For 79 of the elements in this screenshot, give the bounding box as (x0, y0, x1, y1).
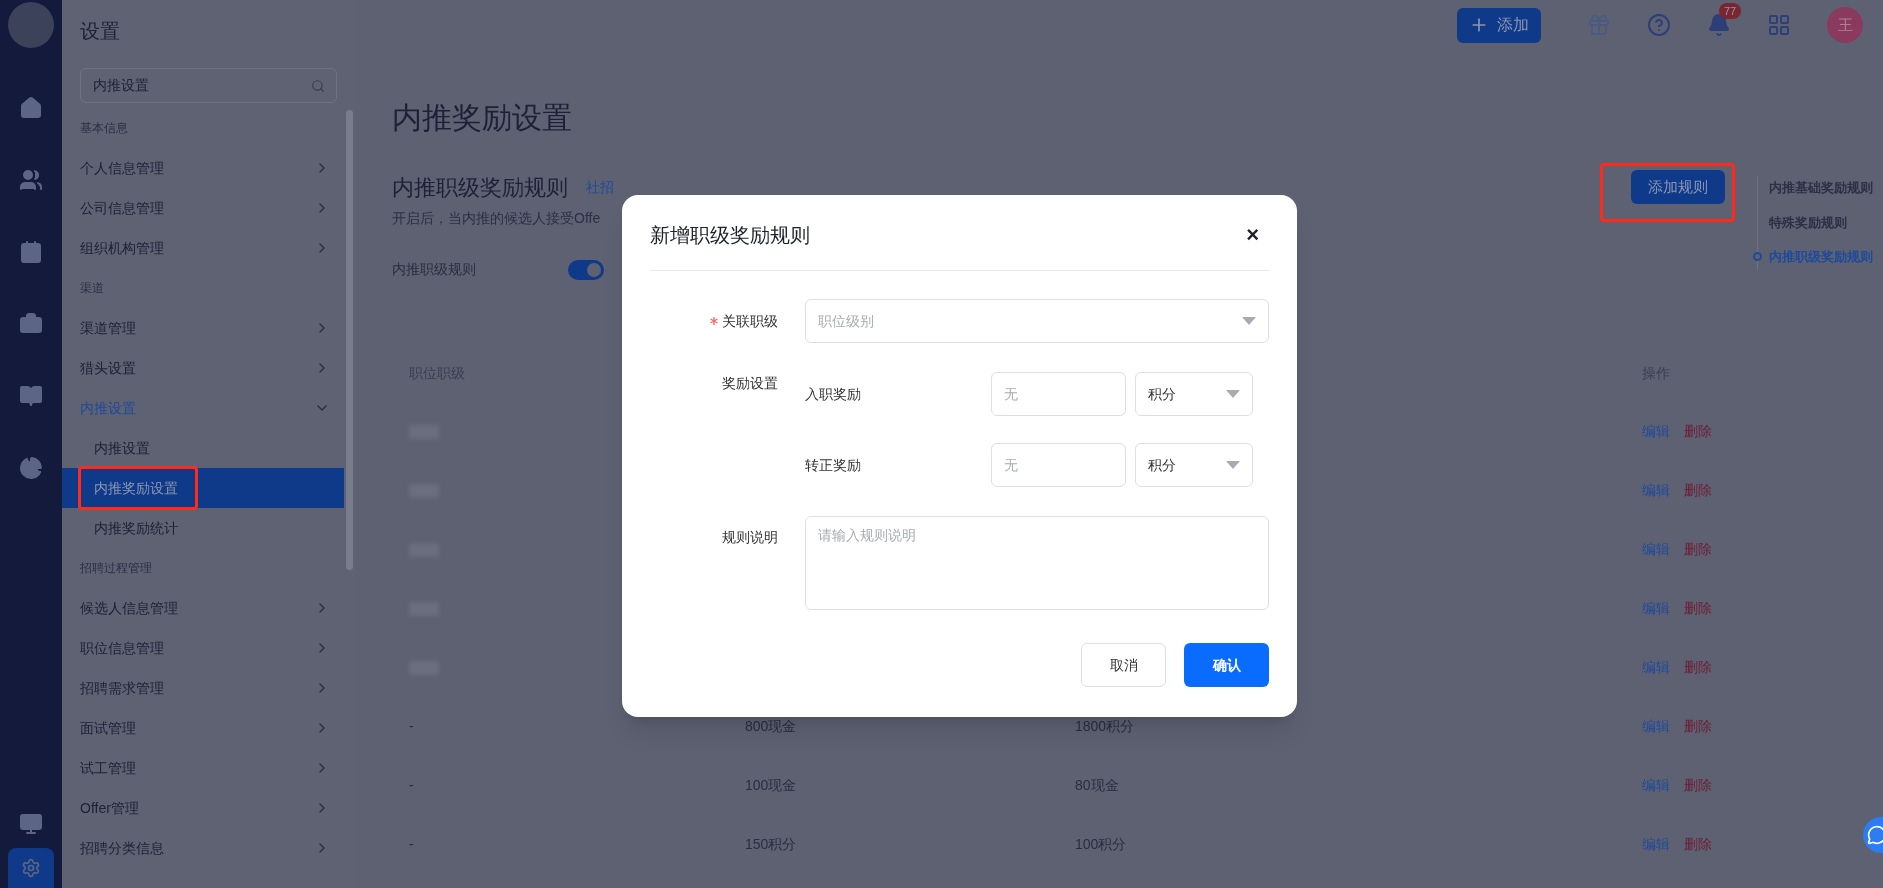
delete-link[interactable]: 删除 (1684, 657, 1712, 678)
settings-icon (21, 858, 41, 878)
menu-item[interactable]: 试工管理 (62, 748, 344, 788)
add-button[interactable]: 添加 (1457, 7, 1541, 43)
field-label: 转正奖励 (805, 455, 862, 475)
amount-field[interactable]: 无 (991, 372, 1126, 416)
menu-item[interactable]: 面试管理 (62, 708, 344, 748)
dropdown[interactable]: 积分 (1135, 443, 1253, 487)
table-cell: - (409, 777, 414, 793)
menu-item[interactable]: 候选人信息管理 (62, 588, 344, 628)
field-label: 规则说明 (722, 528, 778, 547)
dialog-title: 新增职级奖励规则 (650, 223, 810, 248)
submenu-item[interactable]: 内推设置 (62, 428, 344, 468)
page-title: 内推奖励设置 (392, 100, 573, 136)
dropdown[interactable]: 职位级别 (805, 299, 1269, 343)
delete-link[interactable]: 删除 (1684, 716, 1712, 737)
delete-link[interactable]: 删除 (1684, 598, 1712, 619)
delete-link[interactable]: 删除 (1684, 834, 1712, 855)
confirm-button[interactable]: 确认 (1184, 643, 1269, 687)
menu-item[interactable]: 组织机构管理 (62, 228, 344, 268)
search-icon[interactable] (311, 79, 325, 93)
edit-link[interactable]: 编辑 (1642, 421, 1670, 442)
toggle-switch[interactable] (568, 259, 604, 280)
scrollbar[interactable] (346, 110, 353, 570)
edit-link[interactable]: 编辑 (1642, 480, 1670, 501)
amount-field[interactable]: 无 (991, 443, 1126, 487)
settings-button[interactable] (8, 848, 54, 888)
menu-item[interactable]: Offer管理 (62, 788, 344, 828)
table-cell: - (409, 836, 414, 852)
edit-link[interactable]: 编辑 (1642, 539, 1670, 560)
submenu-item[interactable]: 内推奖励统计 (62, 508, 344, 548)
menu-item[interactable]: 内推设置 (62, 388, 344, 428)
table-cell: - (409, 718, 414, 734)
home-icon[interactable] (19, 96, 43, 120)
delete-link[interactable]: 删除 (1684, 480, 1712, 501)
add-rule-button[interactable]: 添加规则 (1631, 170, 1725, 204)
field-label: 关联职级 (722, 311, 778, 331)
delete-link[interactable]: 删除 (1684, 775, 1712, 796)
caret-down-icon (1226, 461, 1240, 469)
monitor-icon[interactable] (19, 812, 43, 836)
dropdown[interactable]: 积分 (1135, 372, 1253, 416)
section-title: 内推职级奖励规则 (392, 173, 568, 202)
edit-link[interactable]: 编辑 (1642, 834, 1670, 855)
delete-link[interactable]: 删除 (1684, 421, 1712, 442)
users-icon[interactable] (19, 168, 43, 192)
submenu-item[interactable]: 内推奖励设置 (62, 468, 344, 508)
description-field[interactable]: 请输入规则说明 (805, 516, 1269, 610)
anchor-link[interactable]: 内推职级奖励规则 (1769, 247, 1873, 267)
close-button[interactable]: × (1246, 224, 1269, 246)
caret-down-icon (1226, 390, 1240, 398)
menu-item[interactable]: 渠道管理 (62, 308, 344, 348)
notification-badge: 77 (1719, 3, 1742, 19)
tag: 社招 (586, 176, 614, 198)
menu-item[interactable]: 招聘需求管理 (62, 668, 344, 708)
menu-item[interactable]: 猎头设置 (62, 348, 344, 388)
menu-item[interactable]: 招聘分类信息 (62, 828, 344, 868)
field-label: 奖励设置 (722, 374, 778, 393)
menu-item[interactable]: 职位信息管理 (62, 628, 344, 668)
apps-icon[interactable] (1767, 13, 1791, 37)
field-label: 入职奖励 (805, 384, 862, 404)
page-heading: 设置 (79, 19, 121, 44)
edit-link[interactable]: 编辑 (1642, 716, 1670, 737)
menu-item[interactable]: 公司信息管理 (62, 188, 344, 228)
search-field[interactable]: 内推设置 (80, 68, 337, 103)
menu-item[interactable]: 个人信息管理 (62, 148, 344, 188)
bell-icon[interactable] (1707, 13, 1731, 37)
caret-down-icon (1242, 317, 1256, 325)
pie-chart-icon[interactable] (19, 456, 43, 480)
book-icon[interactable] (19, 384, 43, 408)
calendar-icon[interactable] (19, 240, 43, 264)
edit-link[interactable]: 编辑 (1642, 657, 1670, 678)
help-icon[interactable] (1647, 13, 1671, 37)
edit-link[interactable]: 编辑 (1642, 598, 1670, 619)
cancel-button[interactable]: 取消 (1081, 643, 1166, 687)
edit-link[interactable]: 编辑 (1642, 775, 1670, 796)
logo[interactable] (8, 2, 54, 48)
avatar[interactable]: 王 (1827, 7, 1863, 43)
briefcase-icon[interactable] (19, 312, 43, 336)
delete-link[interactable]: 删除 (1684, 539, 1712, 560)
